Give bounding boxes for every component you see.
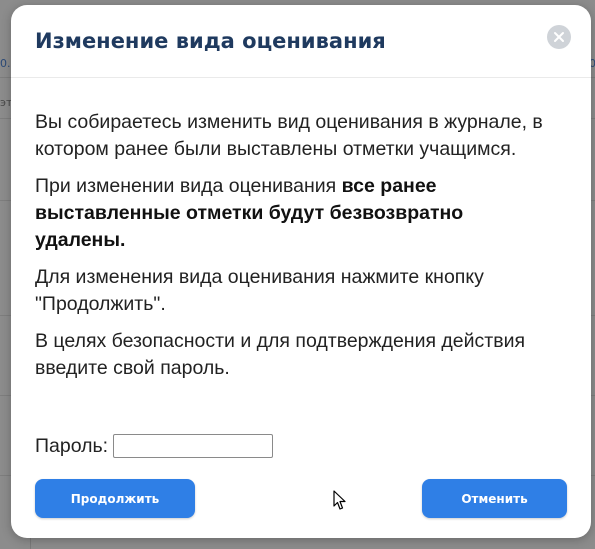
close-icon <box>554 32 564 42</box>
password-input[interactable] <box>113 434 274 458</box>
dialog-body: Вы собираетесь изменить вид оценивания в… <box>35 109 555 392</box>
dialog-header: Изменение вида оценивания <box>11 5 591 78</box>
dialog-title: Изменение вида оценивания <box>35 29 386 53</box>
cancel-button[interactable]: Отменить <box>422 479 567 518</box>
background-fragment: 0. <box>0 57 11 70</box>
warning-text: При изменении вида оценивания <box>35 175 342 197</box>
security-paragraph: В целях безопасности и для подтверждения… <box>35 330 526 379</box>
background-grid-line <box>30 538 31 549</box>
password-label: Пароль: <box>35 434 109 457</box>
warning-paragraph-bold: При изменении вида оценивания все ранее … <box>35 173 555 254</box>
close-button[interactable] <box>547 25 571 49</box>
password-row: Пароль: <box>35 432 274 460</box>
warning-paragraph: Вы собираетесь изменить вид оценивания в… <box>35 111 543 160</box>
change-grading-type-dialog: Изменение вида оценивания Вы собираетесь… <box>11 5 591 538</box>
mouse-pointer-icon <box>333 490 346 510</box>
continue-button[interactable]: Продолжить <box>35 479 195 518</box>
instruction-paragraph: Для изменения вида оценивания нажмите кн… <box>35 266 484 315</box>
